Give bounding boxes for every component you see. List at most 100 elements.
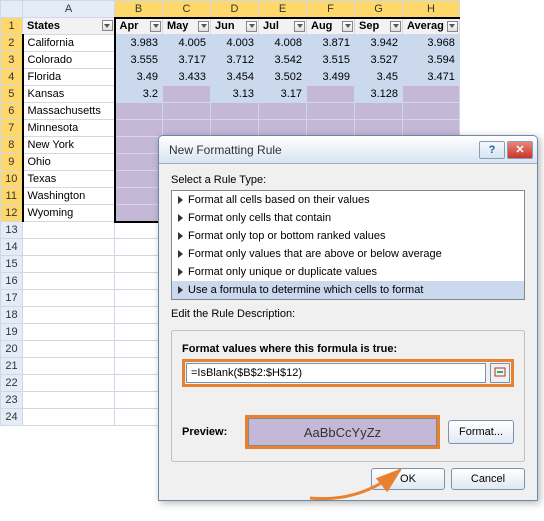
filter-icon[interactable] xyxy=(102,20,113,31)
filter-icon[interactable] xyxy=(246,21,257,32)
col-header-G[interactable]: G xyxy=(355,1,403,18)
format-button[interactable]: Format... xyxy=(448,420,514,444)
cancel-button[interactable]: Cancel xyxy=(451,468,525,490)
cell[interactable]: 3.433 xyxy=(163,69,211,86)
cell[interactable] xyxy=(115,392,163,409)
cell[interactable]: Minnesota xyxy=(23,120,115,137)
cell[interactable] xyxy=(115,307,163,324)
select-all-corner[interactable] xyxy=(1,1,23,18)
rule-type-list[interactable]: Format all cells based on their valuesFo… xyxy=(171,190,525,300)
col-header-H[interactable]: H xyxy=(403,1,460,18)
col-header-F[interactable]: F xyxy=(307,1,355,18)
cell[interactable]: New York xyxy=(23,137,115,154)
col-header-B[interactable]: B xyxy=(115,1,163,18)
ok-button[interactable]: OK xyxy=(371,468,445,490)
filter-icon[interactable] xyxy=(390,21,401,32)
row-header-4[interactable]: 4 xyxy=(1,69,23,86)
cell[interactable]: Apr xyxy=(115,18,163,35)
filter-icon[interactable] xyxy=(198,21,209,32)
cell[interactable] xyxy=(115,409,163,426)
filter-icon[interactable] xyxy=(342,21,353,32)
cell[interactable]: Jun xyxy=(211,18,259,35)
cell[interactable] xyxy=(115,256,163,273)
cell[interactable]: Sep xyxy=(355,18,403,35)
row-header-1[interactable]: 1 xyxy=(1,18,23,35)
row-header-21[interactable]: 21 xyxy=(1,358,23,375)
row-header-13[interactable]: 13 xyxy=(1,222,23,239)
cell[interactable] xyxy=(23,392,115,409)
cell[interactable] xyxy=(115,103,163,120)
filter-icon[interactable] xyxy=(294,21,305,32)
cell[interactable]: 3.454 xyxy=(211,69,259,86)
cell[interactable] xyxy=(211,103,259,120)
cell[interactable] xyxy=(115,171,163,188)
dialog-titlebar[interactable]: New Formatting Rule ? ✕ xyxy=(159,136,537,164)
cell[interactable]: 3.17 xyxy=(259,86,307,103)
cell[interactable] xyxy=(23,222,115,239)
cell[interactable]: 3.13 xyxy=(211,86,259,103)
cell[interactable] xyxy=(403,86,460,103)
formula-input[interactable] xyxy=(186,363,486,383)
cell[interactable]: 3.515 xyxy=(307,52,355,69)
filter-icon[interactable] xyxy=(447,21,458,32)
cell[interactable]: 3.499 xyxy=(307,69,355,86)
rule-type-item[interactable]: Use a formula to determine which cells t… xyxy=(172,281,524,299)
row-header-9[interactable]: 9 xyxy=(1,154,23,171)
filter-icon[interactable] xyxy=(150,21,161,32)
cell[interactable]: 3.45 xyxy=(355,69,403,86)
cell[interactable] xyxy=(115,137,163,154)
cell[interactable] xyxy=(403,120,460,137)
cell[interactable] xyxy=(23,375,115,392)
cell[interactable]: Kansas xyxy=(23,86,115,103)
cell[interactable]: 3.983 xyxy=(115,35,163,52)
cell[interactable] xyxy=(163,120,211,137)
cell[interactable]: 3.968 xyxy=(403,35,460,52)
row-header-23[interactable]: 23 xyxy=(1,392,23,409)
rule-type-item[interactable]: Format only cells that contain xyxy=(172,209,524,227)
cell[interactable]: Florida xyxy=(23,69,115,86)
cell[interactable]: 3.594 xyxy=(403,52,460,69)
row-header-22[interactable]: 22 xyxy=(1,375,23,392)
cell[interactable] xyxy=(259,103,307,120)
rule-type-item[interactable]: Format only top or bottom ranked values xyxy=(172,227,524,245)
cell[interactable] xyxy=(115,358,163,375)
cell[interactable]: Wyoming xyxy=(23,205,115,222)
row-header-3[interactable]: 3 xyxy=(1,52,23,69)
cell[interactable]: 3.542 xyxy=(259,52,307,69)
cell[interactable] xyxy=(355,120,403,137)
cell[interactable] xyxy=(355,103,403,120)
cell[interactable] xyxy=(163,86,211,103)
cell[interactable] xyxy=(23,239,115,256)
cell[interactable] xyxy=(115,154,163,171)
col-header-A[interactable]: A xyxy=(23,1,115,18)
cell[interactable] xyxy=(23,409,115,426)
cell[interactable]: California xyxy=(23,35,115,52)
collapse-dialog-button[interactable] xyxy=(490,363,510,383)
row-header-16[interactable]: 16 xyxy=(1,273,23,290)
cell[interactable]: 3.527 xyxy=(355,52,403,69)
cell[interactable]: Colorado xyxy=(23,52,115,69)
row-header-17[interactable]: 17 xyxy=(1,290,23,307)
row-header-15[interactable]: 15 xyxy=(1,256,23,273)
row-header-5[interactable]: 5 xyxy=(1,86,23,103)
cell[interactable]: Texas xyxy=(23,171,115,188)
cell[interactable] xyxy=(23,273,115,290)
cell[interactable]: Jul xyxy=(259,18,307,35)
cell[interactable] xyxy=(115,222,163,239)
row-header-18[interactable]: 18 xyxy=(1,307,23,324)
cell[interactable]: 3.49 xyxy=(115,69,163,86)
cell[interactable]: Ohio xyxy=(23,154,115,171)
row-header-14[interactable]: 14 xyxy=(1,239,23,256)
rule-type-item[interactable]: Format all cells based on their values xyxy=(172,191,524,209)
cell[interactable] xyxy=(23,290,115,307)
cell[interactable]: 3.717 xyxy=(163,52,211,69)
cell[interactable]: States xyxy=(23,18,115,35)
col-header-D[interactable]: D xyxy=(211,1,259,18)
cell[interactable]: 4.005 xyxy=(163,35,211,52)
row-header-10[interactable]: 10 xyxy=(1,171,23,188)
cell[interactable] xyxy=(403,103,460,120)
cell[interactable] xyxy=(307,103,355,120)
cell[interactable]: 4.003 xyxy=(211,35,259,52)
cell[interactable] xyxy=(115,273,163,290)
cell[interactable] xyxy=(115,290,163,307)
